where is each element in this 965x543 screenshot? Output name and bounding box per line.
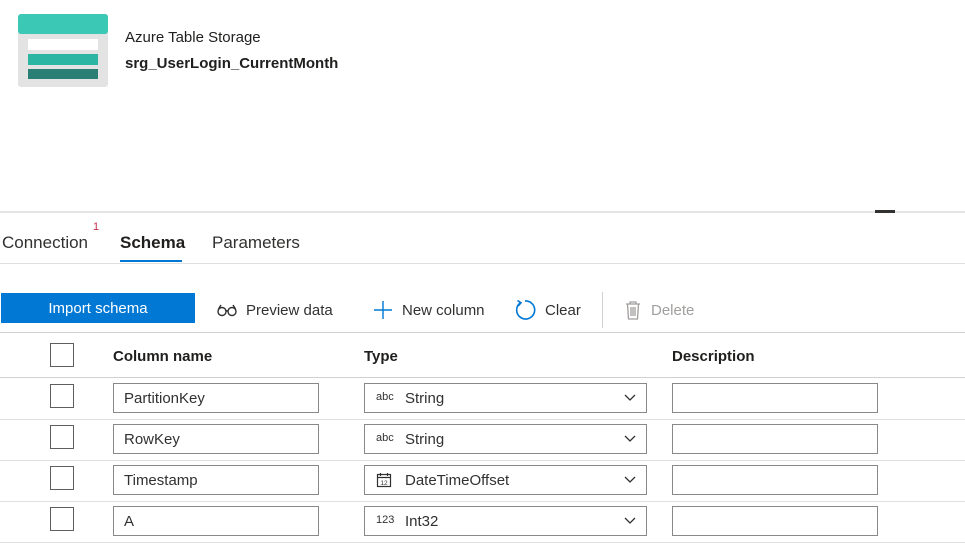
column-name-header: Column name: [113, 348, 213, 365]
type-dropdown[interactable]: 123 Int32: [364, 506, 647, 536]
string-type-icon: abc: [376, 432, 394, 444]
delete-label: Delete: [651, 301, 695, 319]
type-dropdown[interactable]: 12 DateTimeOffset: [364, 465, 647, 495]
type-dropdown[interactable]: abc String: [364, 383, 647, 413]
tab-parameters[interactable]: Parameters: [212, 233, 300, 253]
clear-label: Clear: [545, 301, 581, 319]
new-column-button[interactable]: New column: [373, 296, 485, 324]
description-input[interactable]: [672, 383, 878, 413]
column-name-input[interactable]: [113, 424, 319, 454]
dataset-type-label: Azure Table Storage: [125, 29, 261, 46]
row-checkbox[interactable]: [50, 425, 74, 449]
column-name-input[interactable]: [113, 465, 319, 495]
calendar-icon-number: 12: [380, 480, 388, 487]
type-header: Type: [364, 348, 398, 365]
schema-table-header: Column name Type Description: [0, 333, 965, 378]
tab-connection[interactable]: Connection: [2, 233, 88, 253]
description-input[interactable]: [672, 424, 878, 454]
row-checkbox[interactable]: [50, 466, 74, 490]
tab-schema[interactable]: Schema: [120, 233, 185, 253]
row-checkbox[interactable]: [50, 384, 74, 408]
table-row: abc String: [0, 378, 965, 420]
schema-toolbar: Import schema Preview data New column Cl…: [0, 290, 965, 333]
column-name-input[interactable]: [113, 383, 319, 413]
tab-label: Schema: [120, 233, 186, 252]
select-all-checkbox[interactable]: [50, 343, 74, 367]
dataset-header: Azure Table Storage srg_UserLogin_Curren…: [0, 0, 965, 212]
description-input[interactable]: [672, 465, 878, 495]
refresh-icon: [515, 299, 536, 320]
string-type-icon: abc: [376, 391, 394, 403]
connection-error-badge: 1: [93, 221, 100, 233]
chevron-down-icon: [624, 394, 636, 401]
type-value: DateTimeOffset: [405, 472, 510, 489]
row-checkbox[interactable]: [50, 507, 74, 531]
column-name-input[interactable]: [113, 506, 319, 536]
description-input[interactable]: [672, 506, 878, 536]
table-row: 12 DateTimeOffset: [0, 460, 965, 502]
glasses-icon: [217, 304, 237, 317]
import-schema-button[interactable]: Import schema: [1, 293, 195, 323]
type-dropdown[interactable]: abc String: [364, 424, 647, 454]
preview-data-label: Preview data: [246, 301, 333, 319]
calendar-icon: 12: [376, 473, 392, 488]
description-header: Description: [672, 348, 755, 365]
active-tab-indicator: [120, 260, 182, 262]
preview-data-button[interactable]: Preview data: [217, 296, 333, 324]
toolbar-separator: [602, 292, 603, 328]
chevron-down-icon: [624, 435, 636, 442]
type-value: Int32: [405, 513, 439, 530]
tab-label: Connection: [2, 233, 89, 252]
plus-icon: [374, 301, 392, 319]
azure-table-storage-icon: [18, 14, 108, 87]
type-value: String: [405, 431, 445, 448]
type-value: String: [405, 390, 445, 407]
dataset-tabs: Connection 1 Schema Parameters: [0, 213, 965, 264]
tab-label: Parameters: [212, 233, 300, 252]
chevron-down-icon: [624, 517, 636, 524]
delete-button[interactable]: Delete: [624, 296, 694, 324]
integer-type-icon: 123: [376, 514, 395, 526]
table-row: abc String: [0, 419, 965, 461]
dataset-name: srg_UserLogin_CurrentMonth: [125, 55, 339, 72]
clear-button[interactable]: Clear: [514, 296, 581, 324]
new-column-label: New column: [402, 301, 485, 319]
table-row: 123 Int32: [0, 501, 965, 543]
trash-icon: [626, 301, 640, 320]
chevron-down-icon: [624, 476, 636, 483]
